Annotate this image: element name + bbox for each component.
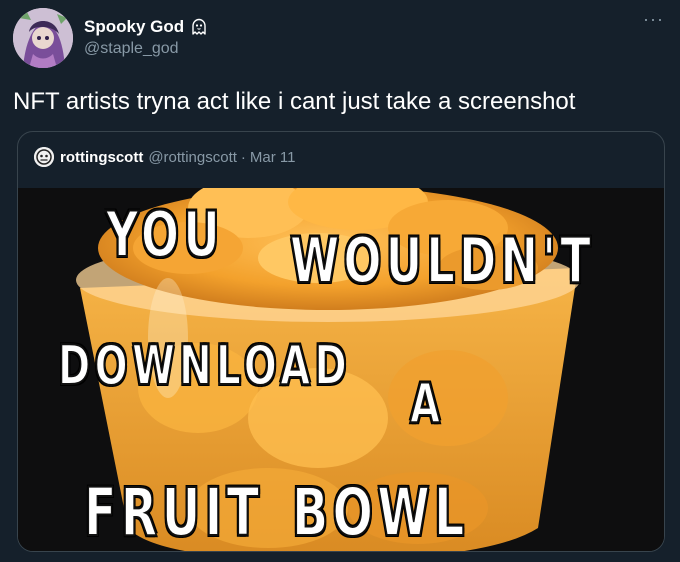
- quoted-tweet-header: rottingscott @rottingscott · Mar 11: [34, 147, 296, 167]
- meme-word-fruit: FRUIT: [83, 473, 264, 551]
- author-name-text: Spooky God: [84, 17, 185, 36]
- quoted-separator: ·: [240, 148, 246, 166]
- meme-image[interactable]: YOU WOULDN'T DOWNLOAD A FRUIT BOWL: [18, 188, 664, 551]
- quoted-tweet[interactable]: rottingscott @rottingscott · Mar 11 YOU …: [17, 131, 665, 552]
- tweet: Spooky God @staple_god ··· NFT artists t…: [0, 0, 680, 562]
- more-options-icon[interactable]: ···: [643, 10, 664, 28]
- quoted-author-handle[interactable]: @rottingscott: [148, 149, 237, 166]
- meme-word-you: YOU: [105, 197, 224, 272]
- author-display-name[interactable]: Spooky God: [84, 17, 208, 37]
- meme-word-download: DOWNLOAD: [57, 333, 352, 398]
- quoted-author-name[interactable]: rottingscott: [60, 149, 143, 166]
- author-avatar[interactable]: [13, 8, 73, 68]
- quoted-author-avatar[interactable]: [34, 147, 54, 167]
- quoted-date[interactable]: Mar 11: [250, 149, 296, 166]
- meme-word-a: A: [409, 371, 445, 436]
- meme-word-wouldnt: WOULDN'T: [289, 223, 595, 298]
- tweet-text: NFT artists tryna act like i cant just t…: [13, 88, 576, 115]
- ghost-icon: [190, 18, 208, 36]
- author-handle[interactable]: @staple_god: [84, 40, 179, 58]
- meme-word-bowl: BOWL: [291, 473, 469, 551]
